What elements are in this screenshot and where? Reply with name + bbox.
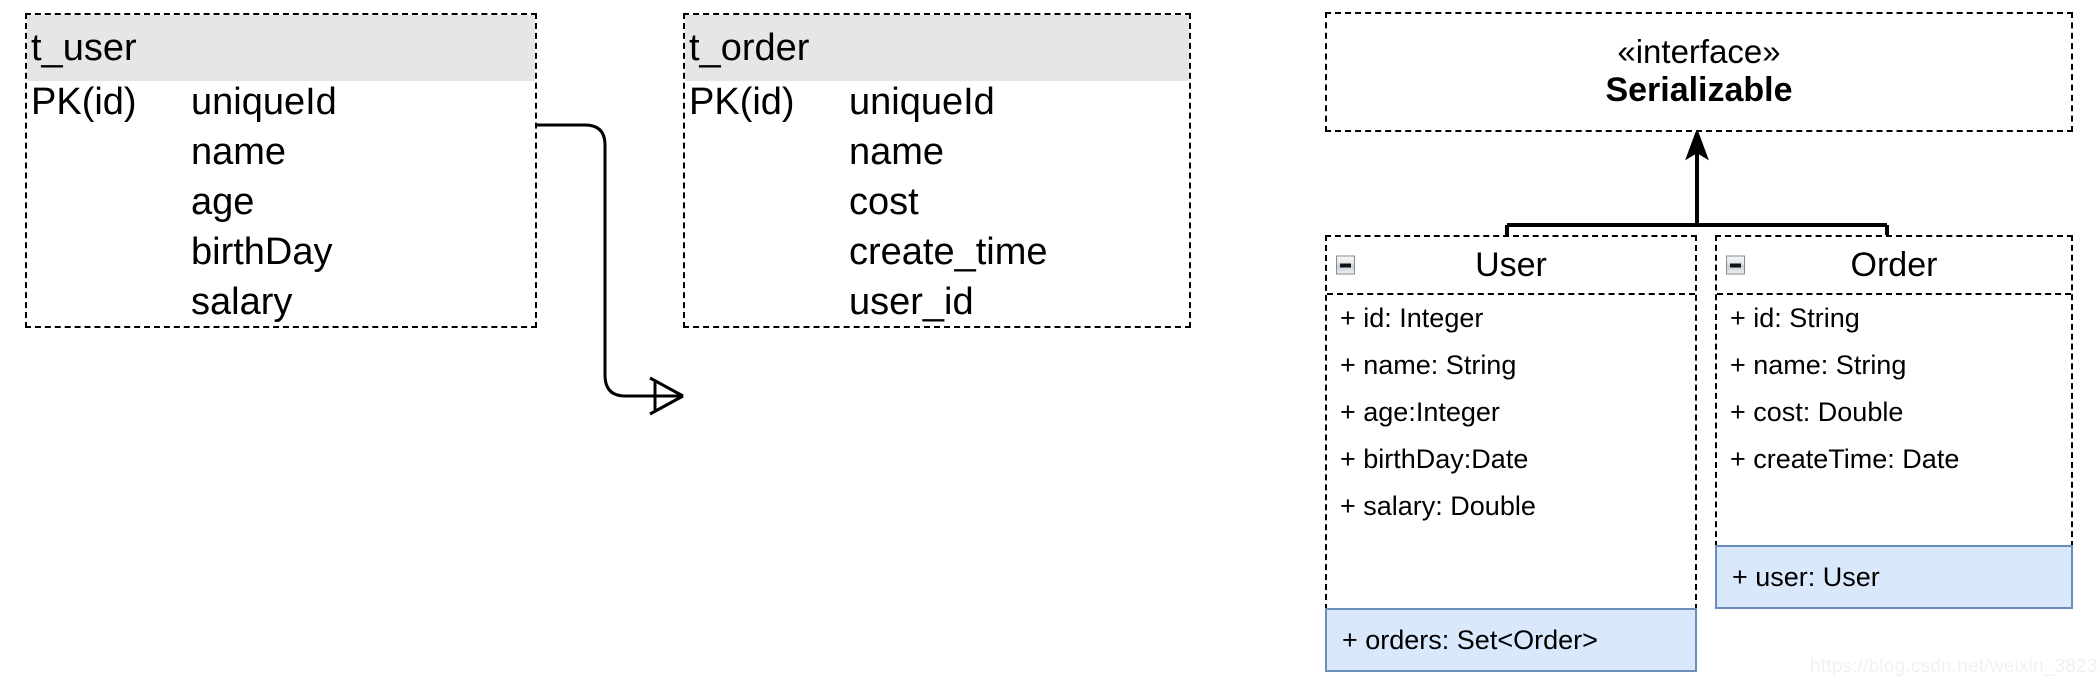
er-row-key: PK(id) — [689, 81, 795, 123]
er-row-column: cost — [849, 181, 919, 223]
er-table-row[interactable]: PK(id) uniqueId — [685, 83, 1189, 133]
er-table-t_order[interactable]: t_order PK(id) uniqueId name cost create… — [683, 13, 1191, 328]
uml-attribute[interactable]: + createTime: Date — [1717, 436, 2071, 483]
er-table-row[interactable]: birthDay — [27, 233, 535, 283]
uml-attribute[interactable]: + cost: Double — [1717, 389, 2071, 436]
er-row-column: user_id — [849, 281, 974, 323]
er-table-row[interactable]: salary — [27, 283, 535, 333]
er-row-column: birthDay — [191, 231, 333, 273]
er-table-t_user[interactable]: t_user PK(id) uniqueId name age birthDay… — [25, 13, 537, 328]
er-table-name: t_order — [689, 27, 810, 69]
er-table-body: PK(id) uniqueId name age birthDay salary — [27, 81, 535, 333]
er-table-header: t_user — [27, 15, 535, 81]
diagram-canvas: t_user PK(id) uniqueId name age birthDay… — [0, 0, 2098, 688]
uml-attribute-list: + id: String + name: String + cost: Doub… — [1717, 295, 2071, 483]
uml-interface-serializable[interactable]: «interface» Serializable — [1325, 12, 2073, 132]
er-row-key: PK(id) — [31, 81, 137, 123]
uml-attribute[interactable]: + salary: Double — [1327, 483, 1695, 530]
uml-attribute[interactable]: + age:Integer — [1327, 389, 1695, 436]
er-row-column: create_time — [849, 231, 1048, 273]
uml-stereotype-label: «interface» — [1617, 33, 1781, 71]
minus-icon[interactable] — [1726, 255, 1745, 275]
er-table-row[interactable]: user_id — [685, 283, 1189, 333]
er-row-column: name — [191, 131, 287, 173]
uml-attribute[interactable]: + birthDay:Date — [1327, 436, 1695, 483]
uml-interface-name: Serializable — [1605, 71, 1793, 110]
uml-class-header[interactable]: Order — [1717, 237, 2071, 295]
uml-attribute-highlighted-order-user[interactable]: + user: User — [1715, 545, 2073, 609]
er-row-column: uniqueId — [849, 81, 995, 123]
er-table-body: PK(id) uniqueId name cost create_time us… — [685, 81, 1189, 333]
uml-attribute-highlighted-user-orders[interactable]: + orders: Set<Order> — [1325, 608, 1697, 672]
uml-attribute[interactable]: + id: Integer — [1327, 295, 1695, 342]
uml-attribute[interactable]: + name: String — [1327, 342, 1695, 389]
uml-class-user[interactable]: User + id: Integer + name: String + age:… — [1325, 235, 1697, 610]
er-table-row[interactable]: PK(id) uniqueId — [27, 83, 535, 133]
watermark-text: https://blog.csdn.net/weixin_38231448 — [1810, 656, 2098, 677]
er-table-row[interactable]: create_time — [685, 233, 1189, 283]
uml-attribute[interactable]: + id: String — [1717, 295, 2071, 342]
minus-icon[interactable] — [1336, 255, 1355, 275]
uml-class-header[interactable]: User — [1327, 237, 1695, 295]
er-row-column: age — [191, 181, 255, 223]
er-table-row[interactable]: age — [27, 183, 535, 233]
er-row-column: uniqueId — [191, 81, 337, 123]
crows-foot-marker — [648, 376, 684, 416]
er-row-column: salary — [191, 281, 293, 323]
uml-attribute-list: + id: Integer + name: String + age:Integ… — [1327, 295, 1695, 530]
er-table-header: t_order — [685, 15, 1189, 81]
er-table-row[interactable]: name — [685, 133, 1189, 183]
uml-class-name: Order — [1850, 246, 1938, 284]
uml-class-name: User — [1475, 246, 1547, 284]
er-table-row[interactable]: cost — [685, 183, 1189, 233]
uml-attribute[interactable]: + name: String — [1717, 342, 2071, 389]
er-row-column: name — [849, 131, 945, 173]
er-table-row[interactable]: name — [27, 133, 535, 183]
er-table-name: t_user — [31, 27, 137, 69]
uml-class-order[interactable]: Order + id: String + name: String + cost… — [1715, 235, 2073, 547]
